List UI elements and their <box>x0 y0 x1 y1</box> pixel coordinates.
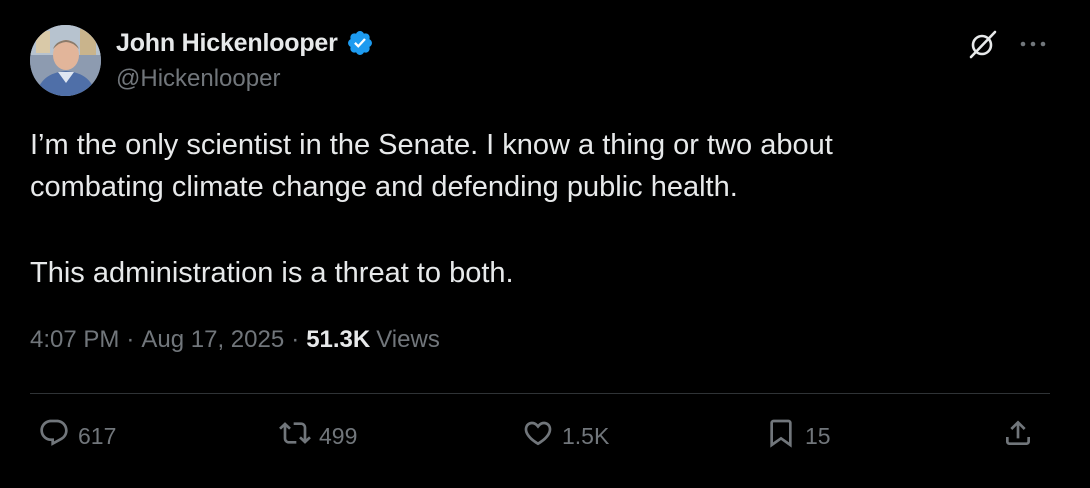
tweet-text-paragraph-2: This administration is a threat to both. <box>30 257 514 289</box>
action-bar: 617 499 1.5K 15 <box>30 414 1050 458</box>
author-display-name[interactable]: John Hickenlooper <box>116 29 338 58</box>
like-button[interactable]: 1.5K <box>522 414 609 458</box>
verified-badge-icon <box>346 29 374 57</box>
views-label: Views <box>376 326 440 353</box>
share-button[interactable] <box>1002 414 1034 458</box>
tweet-text-line-1: I’m the only scientist in the Senate. I … <box>30 129 833 161</box>
avatar[interactable] <box>30 25 101 96</box>
reply-icon <box>38 417 70 455</box>
tweet-text: I’m the only scientist in the Senate. I … <box>30 124 1050 294</box>
tweet-card: John Hickenlooper @Hickenlooper I’m the … <box>0 0 1090 488</box>
share-icon <box>1002 417 1034 455</box>
heart-icon <box>522 417 554 455</box>
tweet-date[interactable]: Aug 17, 2025 <box>141 326 284 354</box>
divider <box>30 393 1050 394</box>
like-count: 1.5K <box>562 422 610 449</box>
views-count: 51.3K <box>306 326 371 353</box>
author-handle[interactable]: @Hickenlooper <box>116 65 280 93</box>
repost-button[interactable]: 499 <box>279 414 357 458</box>
bookmark-button[interactable]: 15 <box>765 414 831 458</box>
avatar-photo <box>30 25 101 96</box>
reply-count: 617 <box>78 422 117 449</box>
bookmark-icon <box>765 417 797 455</box>
more-options-icon[interactable] <box>1018 32 1048 56</box>
tweet-text-line-2: combating climate change and defending p… <box>30 171 738 203</box>
tweet-time[interactable]: 4:07 PM <box>30 326 119 354</box>
meta-separator: · <box>126 326 135 353</box>
reply-button[interactable]: 617 <box>38 414 116 458</box>
tweet-meta: 4:07 PM · Aug 17, 2025 · 51.3K Views <box>30 326 440 354</box>
repost-count: 499 <box>319 422 358 449</box>
grok-icon[interactable] <box>966 27 1000 61</box>
repost-icon <box>279 417 311 455</box>
bookmark-count: 15 <box>805 422 831 449</box>
author-name-row: John Hickenlooper <box>116 28 374 58</box>
meta-separator: · <box>291 326 300 353</box>
